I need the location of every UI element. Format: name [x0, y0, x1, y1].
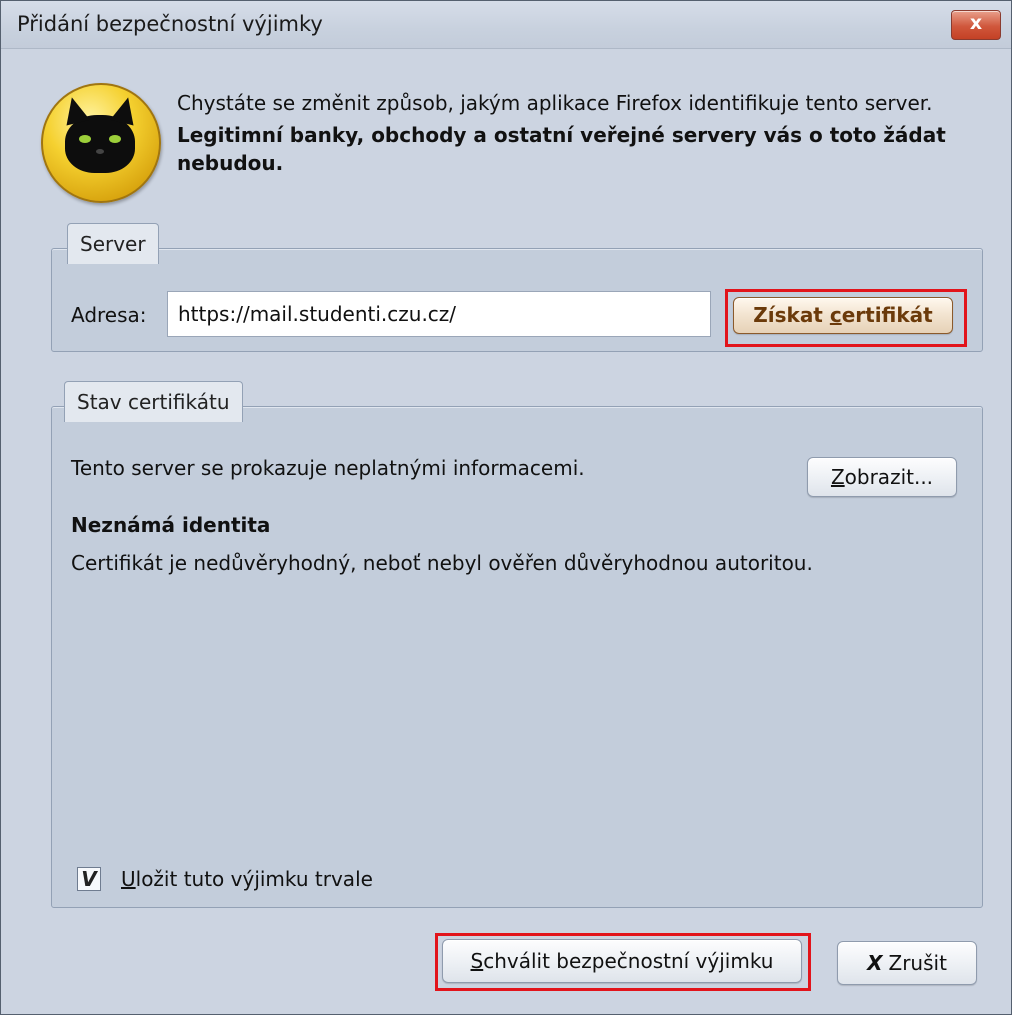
get-cert-suffix: ertifikát [841, 303, 933, 327]
cert-status-description: Certifikát je nedůvěryhodný, neboť nebyl… [71, 551, 813, 575]
checkmark-icon: V [81, 867, 97, 891]
get-certificate-button[interactable]: Získat certifikát [733, 297, 953, 334]
title-bar: Přidání bezpečnostní výjimky x [1, 1, 1011, 49]
get-cert-prefix: Získat [753, 303, 830, 327]
permanent-accel: U [121, 867, 136, 891]
intro-line: Chystáte se změnit způsob, jakým aplikac… [177, 91, 933, 115]
permanent-checkbox-label[interactable]: Uložit tuto výjimku trvale [121, 867, 373, 891]
view-certificate-button[interactable]: Zobrazit... [807, 457, 957, 497]
cert-status-tab: Stav certifikátu [64, 381, 243, 422]
approve-accel: S [470, 949, 484, 973]
intro-text: Chystáte se změnit způsob, jakým aplikac… [177, 89, 987, 177]
permanent-checkbox[interactable]: V [77, 867, 101, 891]
get-cert-accel: c [829, 303, 842, 327]
close-button[interactable]: x [951, 10, 1001, 40]
intro-warning: Legitimní banky, obchody a ostatní veřej… [177, 123, 946, 175]
cert-status-message: Tento server se prokazuje neplatnými inf… [71, 456, 585, 480]
window-title: Přidání bezpečnostní výjimky [17, 12, 323, 36]
permanent-rest: ložit tuto výjimku trvale [135, 867, 373, 891]
exception-dialog: Přidání bezpečnostní výjimky x Chystáte … [0, 0, 1012, 1015]
cancel-label: Zrušit [888, 951, 947, 975]
server-group-tab: Server [67, 223, 159, 264]
unknown-identity-heading: Neznámá identita [71, 513, 271, 537]
address-input[interactable] [167, 291, 711, 337]
approve-exception-button[interactable]: Schválit bezpečnostní výjimku [442, 939, 802, 983]
cat-head [60, 94, 140, 173]
address-label: Adresa: [71, 303, 147, 327]
view-rest: obrazit... [844, 465, 934, 489]
black-cat-icon [41, 83, 161, 203]
cancel-button[interactable]: X Zrušit [837, 941, 977, 985]
close-icon: x [969, 12, 983, 34]
cancel-icon: X [867, 951, 883, 975]
view-accel: Z [830, 465, 845, 489]
approve-rest: chválit bezpečnostní výjimku [483, 949, 774, 973]
